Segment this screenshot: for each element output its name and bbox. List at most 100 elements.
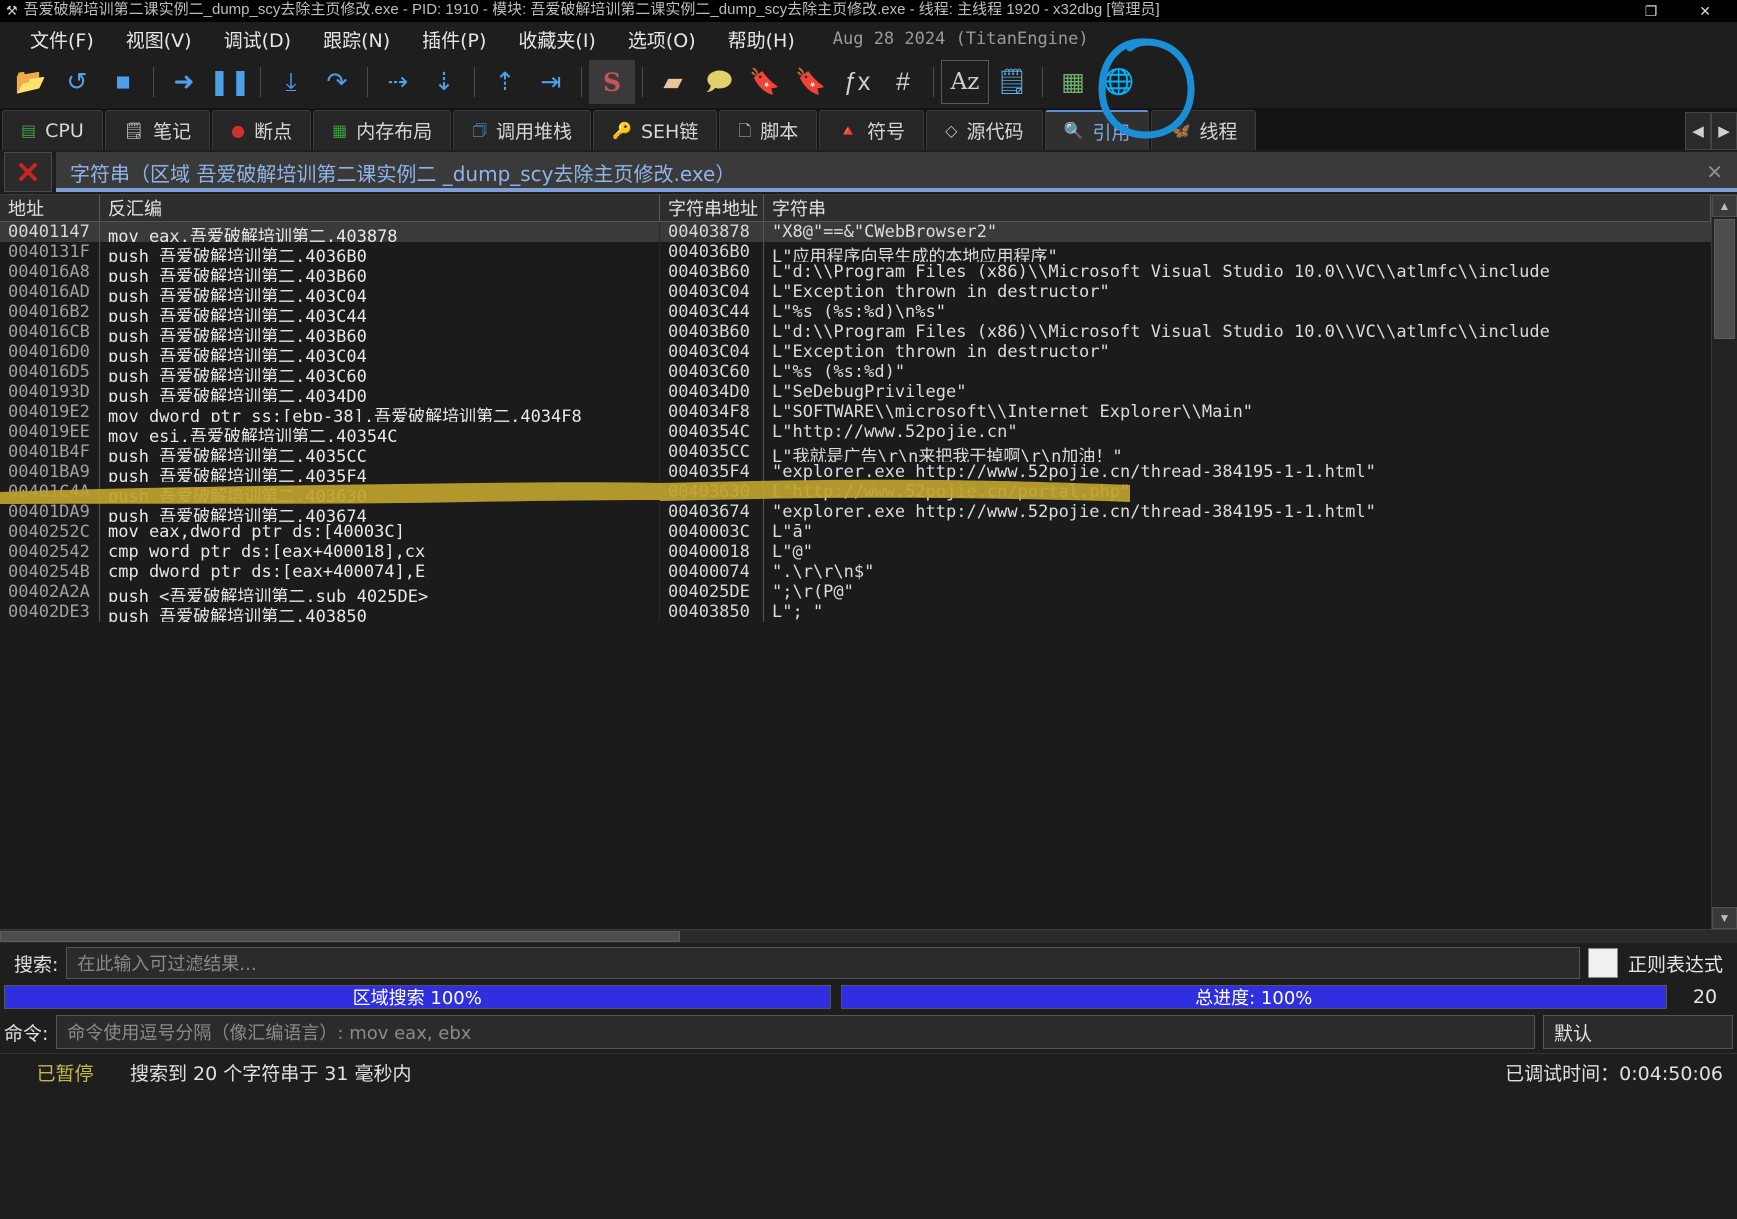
tab-scroll-next-button[interactable]: ▶: [1711, 112, 1737, 150]
scroll-up-button[interactable]: ▲: [1712, 195, 1737, 217]
run-to-return-button[interactable]: ⇢: [375, 60, 421, 104]
command-profile-select[interactable]: 默认: [1543, 1015, 1733, 1049]
tab-scroll-prev-button[interactable]: ◀: [1685, 112, 1711, 150]
scroll-track[interactable]: [1712, 217, 1737, 907]
function-button[interactable]: ƒx: [834, 60, 880, 104]
menu-trace[interactable]: 跟踪(N): [307, 24, 406, 55]
tab-源代码[interactable]: ◇ 源代码: [926, 110, 1043, 150]
table-row[interactable]: 004016AD push 吾爱破解培训第二.403C04 00403C04 L"Ex…: [0, 282, 1711, 302]
tab-内存布局[interactable]: ▦ 内存布局: [313, 110, 452, 150]
table-row[interactable]: 0040193D push 吾爱破解培训第二.4034D0 004034D0 L"Se…: [0, 382, 1711, 402]
bookmark-blue-button[interactable]: 🔖: [742, 60, 788, 104]
tab-label: 内存布局: [356, 121, 433, 143]
stop-button[interactable]: ■: [100, 60, 146, 104]
table-row[interactable]: 004016A8 push 吾爱破解培训第二.403B60 00403B60 L"d:…: [0, 262, 1711, 282]
tab-SEH链[interactable]: 🔑 SEH链: [593, 110, 718, 150]
run-to-user-button[interactable]: ⇥: [528, 60, 574, 104]
table-row[interactable]: 00401DA9 push 吾爱破解培训第二.403674 00403674 "exp…: [0, 502, 1711, 522]
pause-button[interactable]: ❚❚: [207, 60, 253, 104]
tab-引用[interactable]: 🔍 引用: [1044, 110, 1150, 150]
calculator-button[interactable]: ▦: [1050, 60, 1096, 104]
scylla-button[interactable]: S: [589, 60, 635, 104]
table-row[interactable]: 004016D0 push 吾爱破解培训第二.403C04 00403C04 L"Ex…: [0, 342, 1711, 362]
subtab-close-icon[interactable]: ✕: [1706, 160, 1723, 184]
menu-favourites[interactable]: 收藏夹(I): [502, 24, 611, 55]
cell-disassembly: cmp dword ptr ds:[eax+400074],E: [100, 562, 660, 582]
open-button[interactable]: 📂: [8, 60, 54, 104]
column-disassembly[interactable]: 反汇编: [100, 195, 660, 221]
table-row[interactable]: 0040254B cmp dword ptr ds:[eax+400074],E 0…: [0, 562, 1711, 582]
table-row[interactable]: 00402A2A push <吾爱破解培训第二.sub_4025DE> 004025…: [0, 582, 1711, 602]
table-row[interactable]: 004019EE mov esi,吾爱破解培训第二.40354C 0040354C L…: [0, 422, 1711, 442]
tab-符号[interactable]: 🔺 符号: [819, 110, 925, 150]
vertical-scrollbar[interactable]: ▲ ▼: [1711, 195, 1737, 929]
table-row[interactable]: 00401147 mov eax,吾爱破解培训第二.403878 00403878 "…: [0, 222, 1711, 242]
cell-string: L"@": [772, 542, 813, 562]
cell-string-address: 00403674: [660, 502, 764, 522]
column-string-address[interactable]: 字符串地址: [660, 195, 764, 221]
table-row[interactable]: 00402542 cmp word ptr ds:[eax+400018],cx 0…: [0, 542, 1711, 562]
menu-file[interactable]: 文件(F): [14, 24, 110, 55]
command-input[interactable]: 命令使用逗号分隔（像汇编语言）: mov eax, ebx: [56, 1015, 1535, 1049]
hash-button[interactable]: #: [880, 60, 926, 104]
table-row[interactable]: 00402DE3 push 吾爱破解培训第二.403850 00403850 L"; …: [0, 602, 1711, 622]
table-row[interactable]: 004016B2 push 吾爱破解培训第二.403C44 00403C44 L"%s…: [0, 302, 1711, 322]
cell-string: L"http://www.52pojie.cn/portal.php": [772, 482, 1131, 502]
globe-button[interactable]: 🌐: [1096, 60, 1142, 104]
menu-view[interactable]: 视图(V): [110, 24, 208, 55]
column-address[interactable]: 地址: [0, 195, 100, 221]
symbols-icon: 🔺: [838, 120, 859, 140]
tab-脚本[interactable]: 🗋 脚本: [719, 110, 818, 150]
horizontal-scroll-thumb[interactable]: [0, 931, 680, 942]
table-header: 地址 反汇编 字符串地址 字符串: [0, 195, 1711, 222]
menu-options[interactable]: 选项(O): [612, 24, 712, 55]
patch-button[interactable]: ▰: [650, 60, 696, 104]
scroll-thumb[interactable]: [1714, 219, 1735, 339]
subtab-string-references[interactable]: 字符串（区域 吾爱破解培训第二课实例二 _dump_scy去除主页修改.exe）…: [56, 152, 1737, 192]
export-icon: 🗒: [996, 67, 1028, 96]
step-out-button[interactable]: ⇣: [421, 60, 467, 104]
restart-button[interactable]: ↺: [54, 60, 100, 104]
tab-CPU[interactable]: ▤ CPU: [2, 110, 103, 150]
cell-disassembly: mov eax,吾爱破解培训第二.403878: [100, 222, 660, 242]
cell-string: L"%s (%s:%d)\n%s": [772, 302, 946, 322]
table-row[interactable]: 00401B4F push 吾爱破解培训第二.4035CC 004035CC L"我就…: [0, 442, 1711, 462]
horizontal-scrollbar[interactable]: [0, 929, 1737, 943]
cell-string-address: 00403C44: [660, 302, 764, 322]
tab-断点[interactable]: ● 断点: [212, 110, 312, 150]
regex-option[interactable]: 正则表达式: [1587, 948, 1733, 978]
cell-string: ";\r(P@": [772, 582, 854, 602]
export-button[interactable]: 🗒: [989, 60, 1035, 104]
tab-线程[interactable]: 🦋 线程: [1151, 110, 1257, 150]
table-row[interactable]: 00401BA9 push 吾爱破解培训第二.4035F4 004035F4 "exp…: [0, 462, 1711, 482]
search-input[interactable]: 在此输入可过滤结果...: [66, 947, 1580, 979]
table-row[interactable]: 0040131F push 吾爱破解培训第二.4036B0 004036B0 L"应用…: [0, 242, 1711, 262]
table-row[interactable]: 004019E2 mov dword ptr ss:[ebp-38],吾爱破解培训…: [0, 402, 1711, 422]
regex-checkbox[interactable]: [1587, 948, 1618, 978]
close-references-button[interactable]: [4, 152, 52, 192]
menu-debug[interactable]: 调试(D): [208, 24, 307, 55]
cell-address: 004016A8: [0, 262, 100, 282]
bookmark-red-button[interactable]: 🔖: [788, 60, 834, 104]
cell-string-address: 004035F4: [660, 462, 764, 482]
menu-help[interactable]: 帮助(H): [712, 24, 811, 55]
tab-笔记[interactable]: 🗒 笔记: [104, 110, 211, 150]
toolbar-separator: [642, 67, 643, 97]
toolbar-separator: [933, 67, 934, 97]
menu-plugins[interactable]: 插件(P): [406, 24, 502, 55]
close-button[interactable]: ✕: [1699, 3, 1711, 20]
step-into-button[interactable]: ⤓: [268, 60, 314, 104]
comment-button[interactable]: 🗩: [696, 60, 742, 104]
restore-button[interactable]: ❐: [1645, 3, 1658, 20]
run-button[interactable]: ➜: [161, 60, 207, 104]
string-references-button[interactable]: Az: [941, 60, 989, 104]
scroll-down-button[interactable]: ▼: [1712, 907, 1737, 929]
step-over-button[interactable]: ↷: [314, 60, 360, 104]
column-string[interactable]: 字符串: [764, 195, 1711, 221]
tab-调用堆栈[interactable]: 🗇 调用堆栈: [453, 110, 592, 150]
run-up-button[interactable]: ⇡: [482, 60, 528, 104]
table-row[interactable]: 004016CB push 吾爱破解培训第二.403B60 00403B60 L"d:…: [0, 322, 1711, 342]
table-row[interactable]: 00401C4A push 吾爱破解培训第二.403630 00403630 L"ht…: [0, 482, 1711, 502]
table-row[interactable]: 004016D5 push 吾爱破解培训第二.403C60 00403C60 L"%s…: [0, 362, 1711, 382]
table-row[interactable]: 0040252C mov eax,dword ptr ds:[40003C] 004…: [0, 522, 1711, 542]
